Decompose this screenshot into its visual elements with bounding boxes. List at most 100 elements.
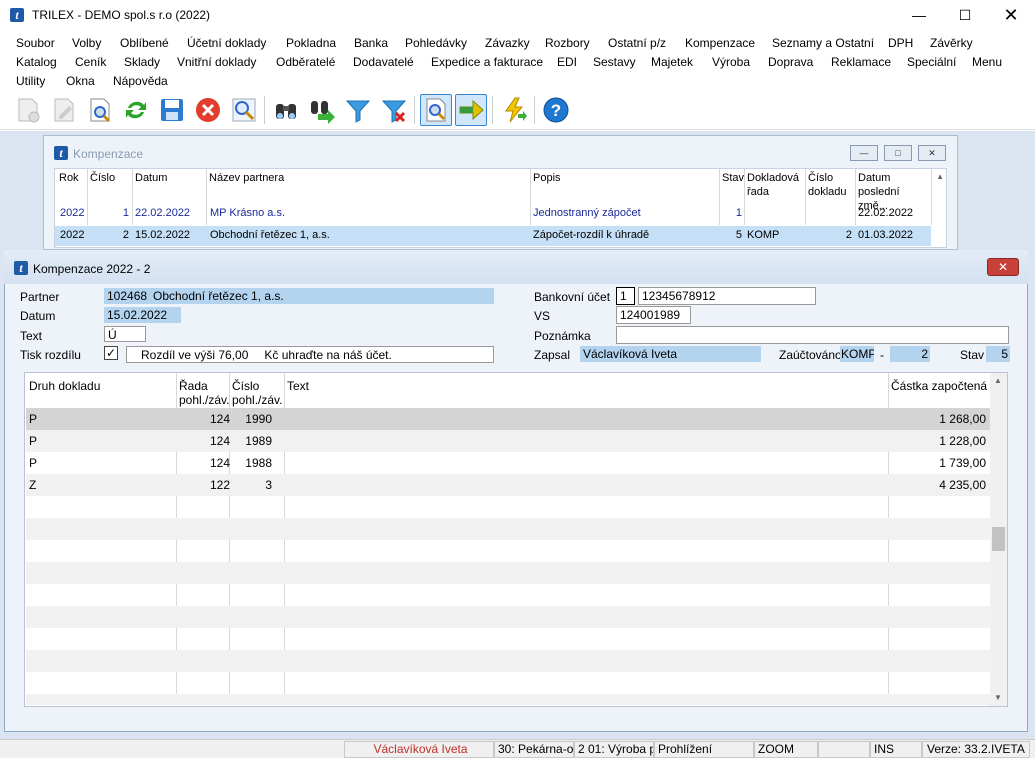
window-titlebar: t TRILEX - DEMO spol.s r.o (2022) — ☐ ✕ — [0, 0, 1035, 31]
maximize-icon[interactable]: ☐ — [942, 0, 988, 31]
table-row[interactable]: 2022 1 22.02.2022 MP Krásno a.s. Jednost… — [55, 204, 931, 224]
next-arrow-icon[interactable] — [455, 94, 487, 126]
cell-datum-zmeny: 01.03.2022 — [858, 229, 914, 241]
close-icon[interactable]: ✕ — [987, 258, 1019, 276]
cell-druh: P — [29, 434, 38, 448]
menu-item-pokladna[interactable]: Pokladna — [286, 34, 336, 52]
scroll-up-icon[interactable]: ▲ — [936, 172, 944, 181]
menu-item-menu[interactable]: Menu — [972, 53, 1002, 71]
column-header[interactable]: Číslo dokladu — [808, 171, 854, 199]
new-doc-icon[interactable] — [12, 94, 44, 126]
bank-account-label: Bankovní účet — [534, 290, 611, 304]
menu-item-vnitrni-doklady[interactable]: Vnitřní doklady — [177, 53, 256, 71]
menu-item-odberatele[interactable]: Odběratelé — [276, 53, 335, 71]
column-header-text[interactable]: Text — [287, 379, 309, 393]
binoculars-icon[interactable] — [270, 94, 302, 126]
menu-item-utility[interactable]: Utility — [16, 72, 45, 90]
cancel-icon[interactable] — [192, 94, 224, 126]
column-header-cislo[interactable]: Číslo pohl./záv. — [232, 379, 284, 407]
window-restore-icon[interactable]: □ — [884, 145, 912, 161]
menu-item-sklady[interactable]: Sklady — [124, 53, 160, 71]
table-row-selected[interactable]: P 124 1990 1 268,00 — [26, 408, 990, 430]
menu-item-specialni[interactable]: Speciální — [907, 53, 956, 71]
menu-item-banka[interactable]: Banka — [354, 34, 388, 52]
save-icon[interactable] — [156, 94, 188, 126]
scroll-down-icon[interactable]: ▼ — [994, 693, 1002, 702]
menu-item-oblibene[interactable]: Oblíbené — [120, 34, 169, 52]
empty-row — [26, 606, 990, 628]
menu-item-sestavy[interactable]: Sestavy — [593, 53, 636, 71]
date-field[interactable]: 15.02.2022 — [104, 307, 181, 323]
vs-field[interactable]: 124001989 — [616, 306, 691, 324]
window-close-icon[interactable]: ✕ — [918, 145, 946, 161]
menu-item-ostatni-pz[interactable]: Ostatní p/z — [608, 34, 666, 52]
note-field[interactable] — [616, 326, 1009, 344]
partner-name-field[interactable]: Obchodní řetězec 1, a.s. — [150, 288, 494, 304]
partner-code-field[interactable]: 102468 — [104, 288, 150, 304]
cell-partner: Obchodní řetězec 1, a.s. — [210, 229, 330, 241]
menu-item-edi[interactable]: EDI — [557, 53, 577, 71]
table-row[interactable]: Z 122 3 4 235,00 — [26, 474, 990, 496]
scrollbar-thumb[interactable] — [992, 527, 1005, 551]
cell-cislo-dokladu: 2 — [845, 229, 852, 241]
menu-item-ucetni-doklady[interactable]: Účetní doklady — [187, 34, 266, 52]
text-field[interactable]: Ú — [104, 326, 146, 342]
preview-icon[interactable] — [420, 94, 452, 126]
cell-castka: 1 228,00 — [939, 434, 986, 448]
menu-item-zavazky[interactable]: Závazky — [485, 34, 530, 52]
column-header[interactable]: Rok — [59, 171, 79, 185]
column-header-rada[interactable]: Řada pohl./záv. — [179, 379, 231, 407]
cell-druh: P — [29, 456, 38, 470]
menu-item-dph[interactable]: DPH — [888, 34, 913, 52]
column-header[interactable]: Popis — [533, 171, 561, 185]
tisk-rozdilu-checkbox[interactable]: ✓ — [104, 346, 118, 360]
column-header[interactable]: Číslo — [90, 171, 115, 185]
menu-item-seznamy[interactable]: Seznamy a Ostatní — [772, 34, 874, 52]
filter-clear-icon[interactable] — [378, 94, 410, 126]
table-row[interactable]: P 124 1988 1 739,00 — [26, 452, 990, 474]
scroll-up-icon[interactable]: ▲ — [994, 376, 1002, 385]
stav-field: 5 — [986, 346, 1010, 362]
column-header[interactable]: Název partnera — [209, 171, 284, 185]
menu-item-napoveda[interactable]: Nápověda — [113, 72, 168, 90]
flash-icon[interactable] — [498, 94, 530, 126]
window-minimize-icon[interactable]: — — [850, 145, 878, 161]
menu-item-vyroba[interactable]: Výroba — [712, 53, 750, 71]
menu-item-dodavatele[interactable]: Dodavatelé — [353, 53, 414, 71]
menu-item-expedice[interactable]: Expedice a fakturace — [431, 53, 543, 71]
menu-item-pohledavky[interactable]: Pohledávky — [405, 34, 467, 52]
view-doc-icon[interactable] — [84, 94, 116, 126]
search-icon[interactable] — [228, 94, 260, 126]
menu-item-reklamace[interactable]: Reklamace — [831, 53, 891, 71]
zapsal-field: Václavíková Iveta — [580, 346, 761, 362]
edit-doc-icon[interactable] — [48, 94, 80, 126]
column-header[interactable]: Stav — [722, 171, 744, 185]
toolbar: ? — [0, 90, 1035, 130]
bank-code-field[interactable]: 1 — [616, 287, 635, 305]
menu-item-soubor[interactable]: Soubor — [16, 34, 55, 52]
menu-item-majetek[interactable]: Majetek — [651, 53, 693, 71]
column-header-castka[interactable]: Částka započtená — [891, 379, 987, 393]
menu-item-rozbory[interactable]: Rozbory — [545, 34, 590, 52]
close-icon[interactable]: ✕ — [988, 0, 1034, 31]
menu-item-okna[interactable]: Okna — [66, 72, 95, 90]
vertical-scrollbar[interactable]: ▲ ▼ — [990, 373, 1007, 706]
table-row-selected[interactable]: 2022 2 15.02.2022 Obchodní řetězec 1, a.… — [55, 226, 931, 246]
column-header-druh[interactable]: Druh dokladu — [29, 379, 100, 393]
help-icon[interactable]: ? — [540, 94, 572, 126]
binoculars-next-icon[interactable] — [306, 94, 338, 126]
menu-item-volby[interactable]: Volby — [72, 34, 101, 52]
menu-item-zaverky[interactable]: Závěrky — [930, 34, 973, 52]
menu-item-cenik[interactable]: Ceník — [75, 53, 106, 71]
menu-item-kompenzace[interactable]: Kompenzace — [685, 34, 755, 52]
menu-item-katalog[interactable]: Katalog — [16, 53, 57, 71]
tisk-rozdilu-text-field[interactable]: Rozdíl ve výši 76,00 Kč uhraďte na náš úč… — [126, 346, 494, 363]
refresh-icon[interactable] — [120, 94, 152, 126]
bank-account-field[interactable]: 12345678912 — [638, 287, 816, 305]
column-header[interactable]: Datum — [135, 171, 167, 185]
table-row[interactable]: P 124 1989 1 228,00 — [26, 430, 990, 452]
minimize-icon[interactable]: — — [896, 0, 942, 31]
menu-item-doprava[interactable]: Doprava — [768, 53, 813, 71]
filter-icon[interactable] — [342, 94, 374, 126]
column-header[interactable]: Dokladová řada — [747, 171, 803, 199]
